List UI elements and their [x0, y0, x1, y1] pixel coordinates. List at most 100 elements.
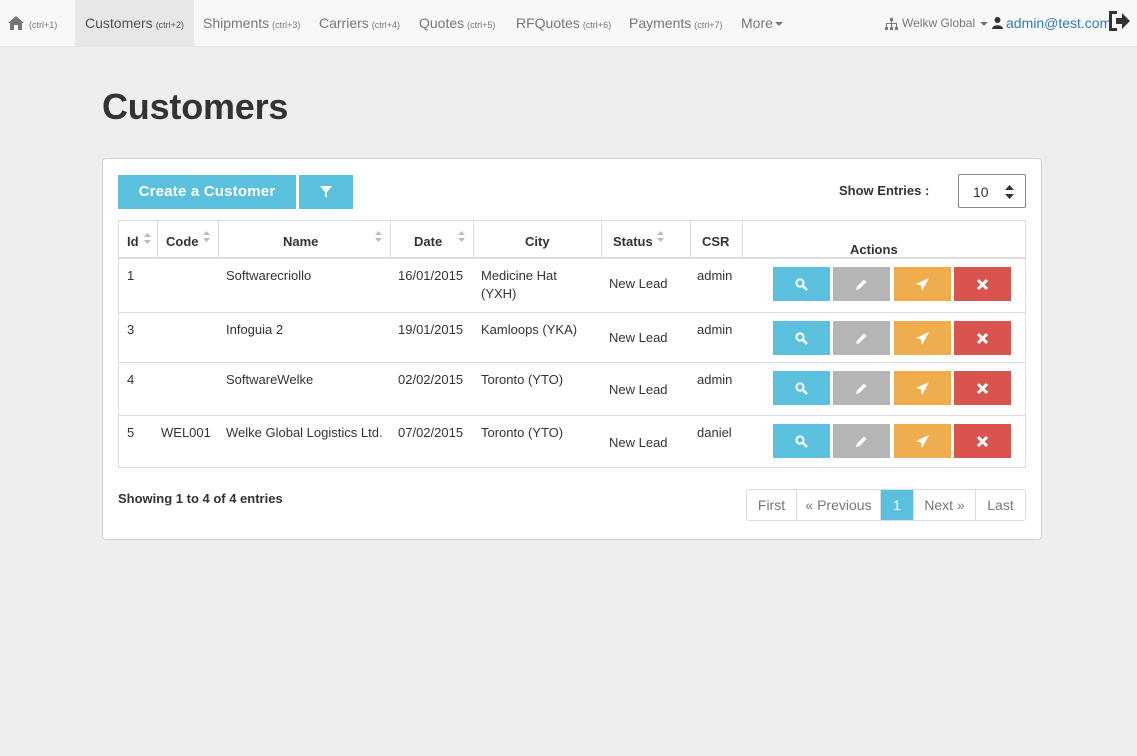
cell-csr: admin [697, 322, 733, 337]
create-customer-button[interactable]: Create a Customer [118, 175, 296, 209]
nav-more-dropdown[interactable]: More [741, 0, 783, 46]
cell-date: 19/01/2015 [398, 322, 464, 337]
edit-button[interactable] [833, 424, 890, 458]
nav-shipments[interactable]: Shipments (ctrl+3) [203, 0, 300, 46]
pencil-icon [856, 333, 867, 344]
cell-status: New Lead [609, 435, 668, 450]
cell-id: 3 [127, 322, 135, 337]
table-row: 1 Softwarecriollo 16/01/2015 Medicine Ha… [119, 259, 1025, 312]
column-header-csr: CSR [691, 221, 743, 259]
column-header-id-label: Id [127, 234, 139, 249]
org-name: Welkw Global [902, 16, 976, 30]
cell-city: Toronto (YTO) [481, 372, 564, 387]
view-button[interactable] [773, 424, 830, 458]
search-icon [795, 435, 808, 448]
edit-button[interactable] [833, 321, 890, 355]
send-icon [916, 382, 929, 395]
org-dropdown[interactable]: Welkw Global [885, 0, 989, 46]
entries-value: 10 [973, 184, 989, 200]
send-icon [916, 332, 929, 345]
column-header-code[interactable]: Code [158, 221, 219, 259]
nav-carriers-label: Carriers [319, 15, 369, 31]
cell-code: WEL001 [161, 425, 211, 440]
delete-button[interactable] [954, 267, 1011, 301]
column-header-status[interactable]: Status [602, 221, 691, 259]
nav-rfquotes-shortcut: (ctrl+6) [582, 20, 612, 30]
top-navbar: (ctrl+1) Customers (ctrl+2) Shipments (ctr… [0, 0, 1137, 47]
column-header-name[interactable]: Name [219, 221, 391, 259]
column-header-csr-label: CSR [702, 234, 730, 249]
cell-name: Softwarecriollo [226, 268, 312, 283]
cell-name: Welke Global Logistics Ltd. [226, 425, 383, 440]
pagination-first[interactable]: First [747, 490, 797, 520]
entries-per-page-select[interactable]: 10 [958, 174, 1026, 208]
send-icon [916, 435, 929, 448]
customers-table: Id Code Name Date City Status CSR Action… [118, 220, 1026, 468]
sort-icon [375, 231, 382, 242]
table-row: 4 SoftwareWelke 02/02/2015 Toronto (YTO)… [119, 362, 1025, 416]
pagination-page-1[interactable]: 1 [881, 490, 914, 520]
view-button[interactable] [773, 267, 830, 301]
column-header-id[interactable]: Id [119, 221, 158, 259]
nav-shipments-label: Shipments [203, 15, 270, 31]
nav-rfquotes[interactable]: RFQuotes (ctrl+6) [516, 0, 611, 46]
pagination-next[interactable]: Next » [914, 490, 976, 520]
show-entries-label: Show Entries : [839, 183, 930, 198]
table-row: 5 WEL001 Welke Global Logistics Ltd. 07/… [119, 415, 1025, 468]
edit-button[interactable] [833, 267, 890, 301]
close-icon [976, 382, 989, 395]
filter-button[interactable] [299, 175, 353, 209]
send-button[interactable] [894, 267, 951, 301]
cell-csr: admin [697, 372, 733, 387]
cell-city: Kamloops (YKA) [481, 322, 578, 337]
view-button[interactable] [773, 321, 830, 355]
delete-button[interactable] [954, 321, 1011, 355]
send-button[interactable] [894, 424, 951, 458]
spinner-icon [1005, 185, 1014, 199]
sort-icon [203, 231, 210, 242]
cell-date: 02/02/2015 [398, 372, 464, 387]
nav-carriers[interactable]: Carriers (ctrl+4) [319, 0, 400, 46]
cell-name: SoftwareWelke [226, 372, 314, 387]
nav-customers-shortcut: (ctrl+2) [155, 20, 184, 30]
column-header-date-label: Date [414, 234, 443, 249]
cell-city: Toronto (YTO) [481, 425, 564, 440]
nav-shipments-shortcut: (ctrl+3) [272, 20, 301, 30]
nav-payments[interactable]: Payments (ctrl+7) [629, 0, 723, 46]
cell-csr: daniel [697, 425, 732, 440]
pencil-icon [856, 279, 867, 290]
nav-quotes[interactable]: Quotes (ctrl+5) [419, 0, 495, 46]
send-icon [916, 278, 929, 291]
pencil-icon [856, 436, 867, 447]
sign-out-icon[interactable] [1107, 10, 1131, 32]
chevron-down-icon [980, 21, 989, 26]
view-button[interactable] [773, 371, 830, 405]
delete-button[interactable] [954, 424, 1011, 458]
search-icon [795, 278, 808, 291]
user-email: admin@test.com [1006, 15, 1112, 31]
send-button[interactable] [894, 371, 951, 405]
cell-id: 4 [127, 372, 135, 387]
delete-button[interactable] [954, 371, 1011, 405]
nav-home[interactable]: (ctrl+1) [0, 0, 70, 46]
user-menu[interactable]: admin@test.com [992, 0, 1111, 46]
nav-customers[interactable]: Customers (ctrl+2) [75, 0, 194, 46]
nav-rfquotes-label: RFQuotes [516, 15, 580, 31]
pencil-icon [856, 383, 867, 394]
send-button[interactable] [894, 321, 951, 355]
nav-home-shortcut: (ctrl+1) [29, 20, 58, 30]
nav-more-label: More [741, 15, 773, 31]
column-header-code-label: Code [166, 234, 199, 249]
cell-status: New Lead [609, 330, 668, 345]
cell-date: 16/01/2015 [398, 268, 464, 283]
nav-quotes-shortcut: (ctrl+5) [467, 20, 496, 30]
filter-icon [320, 186, 332, 198]
edit-button[interactable] [833, 371, 890, 405]
nav-customers-label: Customers [85, 15, 153, 31]
pagination-previous[interactable]: « Previous [797, 490, 881, 520]
cell-id: 1 [127, 268, 135, 283]
pagination: First « Previous 1 Next » Last [746, 489, 1026, 521]
column-header-date[interactable]: Date [391, 221, 474, 259]
pagination-last[interactable]: Last [976, 490, 1025, 520]
home-icon [8, 16, 24, 30]
